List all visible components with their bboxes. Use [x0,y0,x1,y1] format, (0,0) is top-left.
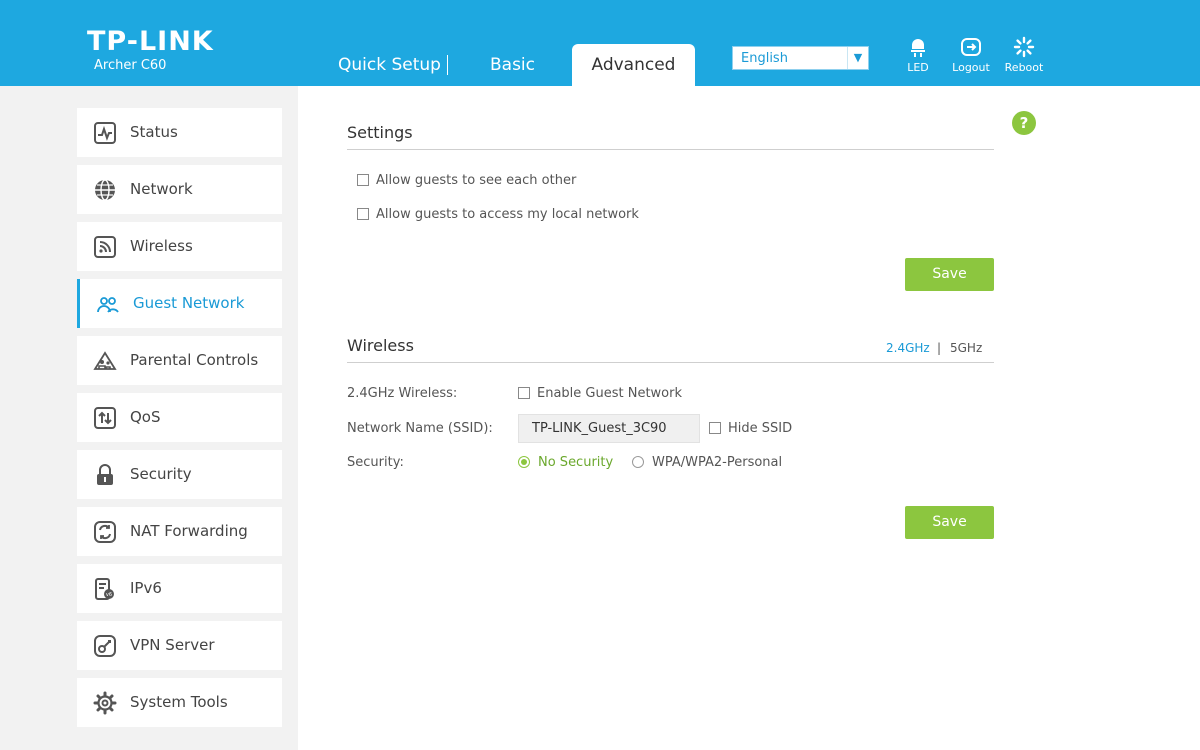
no-security-radio[interactable]: No Security [518,455,613,470]
enable-guest-network-checkbox[interactable]: Enable Guest Network [518,386,682,401]
sidebar-item-qos[interactable]: QoS [77,393,282,442]
allow-guests-local-network-checkbox[interactable]: Allow guests to access my local network [357,207,639,222]
settings-save-button[interactable]: Save [905,258,994,291]
sidebar: Status Network Wireless Guest Network Pa… [0,86,298,750]
tab-quick-setup[interactable]: Quick Setup [338,44,441,86]
sidebar-item-label: QoS [130,408,161,426]
band-separator: | [937,341,942,355]
divider [347,149,994,150]
wireless-title: Wireless [347,336,414,355]
tab-advanced[interactable]: Advanced [572,44,695,86]
sidebar-item-label: Guest Network [133,294,245,312]
sidebar-item-network[interactable]: Network [77,165,282,214]
sidebar-item-label: NAT Forwarding [130,522,248,540]
language-select[interactable]: English ▼ [732,46,869,70]
globe-icon [95,179,115,201]
led-label: LED [907,61,929,74]
reboot-label: Reboot [1004,61,1044,74]
model-name: Archer C60 [94,58,167,73]
security-label: Security: [347,455,404,470]
logout-label: Logout [952,61,990,74]
divider [347,362,994,363]
sidebar-item-ipv6[interactable]: v6 IPv6 [77,564,282,613]
wireless-save-button[interactable]: Save [905,506,994,539]
sidebar-item-parental-controls[interactable]: Parental Controls [77,336,282,385]
sidebar-item-label: Security [130,465,192,483]
language-value: English [741,51,788,66]
svg-text:v6: v6 [106,592,112,598]
sidebar-item-label: IPv6 [130,579,162,597]
sidebar-item-security[interactable]: Security [77,450,282,499]
band-24ghz-link[interactable]: 2.4GHz [886,341,930,355]
ssid-input[interactable]: TP-LINK_Guest_3C90 [518,414,700,443]
tp-link-logo: TP-LINK [87,26,214,57]
checkbox-box[interactable] [518,387,530,399]
sidebar-item-label: Network [130,180,193,198]
ssid-label: Network Name (SSID): [347,421,493,436]
sidebar-item-wireless[interactable]: Wireless [77,222,282,271]
radio-button[interactable] [632,456,644,468]
logout-icon [961,38,981,56]
allow-guests-see-each-other-checkbox[interactable]: Allow guests to see each other [357,173,576,188]
checkbox-box[interactable] [709,422,721,434]
guest-network-icon [97,297,119,313]
led-button[interactable]: LED [900,36,936,74]
led-icon [911,39,925,57]
radio-button[interactable] [518,456,530,468]
reboot-icon [1013,36,1035,58]
sidebar-item-system-tools[interactable]: System Tools [77,678,282,727]
sidebar-item-status[interactable]: Status [77,108,282,157]
sidebar-item-label: System Tools [130,693,228,711]
settings-title: Settings [347,123,413,142]
tab-divider [447,55,448,75]
checkbox-label: Hide SSID [728,421,793,436]
band-5ghz-link[interactable]: 5GHz [950,341,982,355]
wireless-icon [94,236,116,258]
hide-ssid-checkbox[interactable]: Hide SSID [709,421,792,436]
sidebar-item-label: Parental Controls [130,351,259,369]
status-icon [94,122,116,144]
sidebar-item-guest-network[interactable]: Guest Network [77,279,282,328]
radio-label: No Security [538,455,614,470]
checkbox-label: Allow guests to see each other [376,173,577,188]
ipv6-icon: v6 [95,578,114,600]
sidebar-item-label: Wireless [130,237,193,255]
reboot-button[interactable]: Reboot [1002,36,1046,74]
qos-icon [94,407,116,429]
checkbox-box[interactable] [357,174,369,186]
sidebar-item-nat-forwarding[interactable]: NAT Forwarding [77,507,282,556]
sidebar-item-vpn-server[interactable]: VPN Server [77,621,282,670]
lock-icon [97,464,113,485]
top-header: TP-LINK Archer C60 Quick Setup Basic Adv… [0,0,1200,86]
checkbox-label: Enable Guest Network [537,386,683,401]
checkbox-label: Allow guests to access my local network [376,207,639,222]
vpn-icon [94,635,116,657]
nat-forwarding-icon [94,521,116,543]
radio-label: WPA/WPA2-Personal [652,455,783,470]
gear-icon [93,691,117,715]
sidebar-item-label: Status [130,123,178,141]
parental-controls-icon [93,351,117,370]
wpa-personal-radio[interactable]: WPA/WPA2-Personal [632,455,782,470]
logout-button[interactable]: Logout [949,36,993,74]
checkbox-box[interactable] [357,208,369,220]
help-icon[interactable]: ? [1012,111,1036,135]
tab-basic[interactable]: Basic [490,44,535,86]
sidebar-item-label: VPN Server [130,636,215,654]
wireless-band-label: 2.4GHz Wireless: [347,386,458,401]
chevron-down-icon: ▼ [847,47,868,69]
